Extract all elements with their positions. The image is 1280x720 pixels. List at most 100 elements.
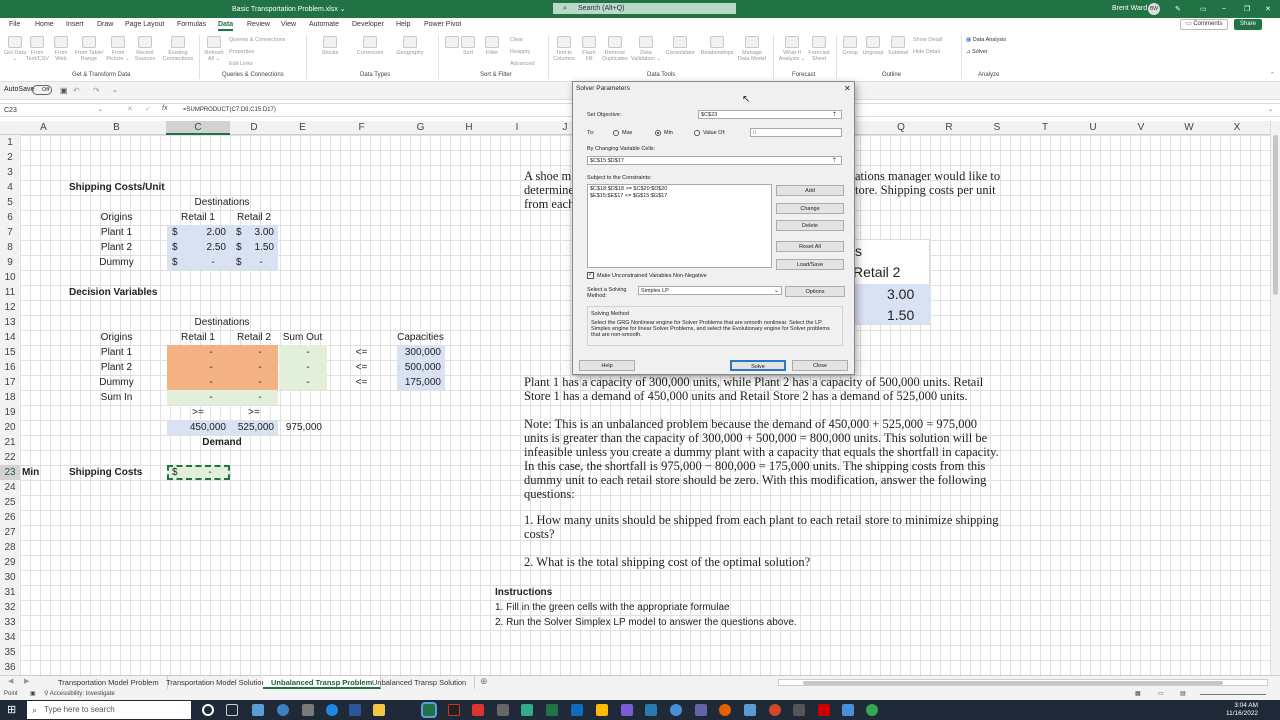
capacity-cell[interactable]: 500,000 <box>396 360 441 375</box>
load-save-button[interactable]: Load/Save <box>776 259 844 270</box>
from-web-button[interactable]: From Web <box>50 36 72 62</box>
name-box-dropdown-icon[interactable]: ⌄ <box>98 106 103 113</box>
chrome-icon[interactable] <box>866 704 878 716</box>
existing-connections-button[interactable]: Existing Connections <box>160 36 196 62</box>
demand-cell[interactable]: 525,000 <box>230 420 274 435</box>
row-header-cell[interactable]: 8 <box>0 240 20 255</box>
cost-cell[interactable]: - <box>246 255 276 270</box>
group-button[interactable]: Group <box>840 36 860 56</box>
remove-duplicates-button[interactable]: Remove Duplicates <box>601 36 629 62</box>
restore-button[interactable]: ❐ <box>1244 5 1250 13</box>
cost-cell[interactable]: 2.00 <box>180 225 226 240</box>
col-header[interactable]: G <box>396 121 445 135</box>
filter-button[interactable]: Filter <box>482 36 502 56</box>
row-header-cell[interactable]: 26 <box>0 510 20 525</box>
scroll-thumb[interactable] <box>1273 135 1278 295</box>
avatar[interactable]: BW <box>1148 3 1160 15</box>
col-header[interactable]: X <box>1213 121 1261 135</box>
menu-developer[interactable]: Developer <box>352 21 384 28</box>
menu-view[interactable]: View <box>281 21 296 28</box>
insert-function-button[interactable]: fx <box>162 105 167 112</box>
row-header-cell[interactable]: 15 <box>0 345 20 360</box>
constraint-item[interactable]: $C$18:$D$18 >= $C$20:$D$20 <box>588 185 771 193</box>
app-icon[interactable] <box>472 704 484 716</box>
row-header-cell[interactable]: 18 <box>0 390 20 405</box>
ungroup-button[interactable]: Ungroup <box>861 36 885 56</box>
minimize-button[interactable]: – <box>1222 5 1226 12</box>
add-button[interactable]: Add <box>776 185 844 196</box>
queries-connections-button[interactable]: Queries & Connections <box>229 37 286 43</box>
decision-cell[interactable]: - <box>240 375 280 390</box>
menu-home[interactable]: Home <box>35 21 54 28</box>
reset-all-button[interactable]: Reset All <box>776 241 844 252</box>
solve-button[interactable]: Solve <box>730 360 786 371</box>
what-if-button[interactable]: What-If Analysis ⌄ <box>777 36 807 62</box>
app-icon[interactable] <box>670 704 682 716</box>
excel-icon[interactable] <box>421 702 437 718</box>
row-header-cell[interactable]: 7 <box>0 225 20 240</box>
recent-sources-button[interactable]: Recent Sources <box>132 36 158 62</box>
app-icon[interactable] <box>277 704 289 716</box>
name-box[interactable]: C23 <box>2 105 104 116</box>
outlook-icon[interactable] <box>571 704 583 716</box>
delete-button[interactable]: Delete <box>776 220 844 231</box>
menu-data[interactable]: Data <box>218 21 234 31</box>
menu-formulas[interactable]: Formulas <box>177 21 206 28</box>
row-header-cell[interactable]: 36 <box>0 660 20 675</box>
sort-button[interactable]: Sort <box>460 36 476 56</box>
show-detail-button[interactable]: Show Detail <box>913 37 942 43</box>
stocks-button[interactable]: Stocks <box>312 36 348 56</box>
subtotal-button[interactable]: Subtotal <box>886 36 910 56</box>
tab-scroll-right-icon[interactable]: ▶ <box>24 677 29 685</box>
app-icon[interactable] <box>645 704 657 716</box>
row-header-cell[interactable]: 21 <box>0 435 20 450</box>
chevron-down-icon[interactable]: ⌄ <box>774 287 779 294</box>
clock[interactable]: 3:04 AM 11/16/2022 <box>1226 702 1258 718</box>
method-select[interactable]: Simplex LP <box>638 286 782 295</box>
window-title[interactable]: Basic Transportation Problem.xlsx ⌄ <box>232 5 346 13</box>
change-button[interactable]: Change <box>776 203 844 214</box>
advanced-button[interactable]: Advanced <box>510 61 534 67</box>
properties-button[interactable]: Properties <box>229 49 254 55</box>
row-header-cell[interactable]: 3 <box>0 165 20 180</box>
menu-power-pivot[interactable]: Power Pivot <box>424 21 461 28</box>
col-header[interactable]: S <box>973 121 1021 135</box>
relationships-button[interactable]: Relationships <box>699 36 735 56</box>
changing-cells-input[interactable]: $C$15:$D$17 <box>587 156 842 165</box>
file-explorer-icon[interactable] <box>373 704 385 716</box>
row-header-cell[interactable]: 10 <box>0 270 20 285</box>
expand-formula-icon[interactable]: ⌄ <box>1268 106 1273 113</box>
options-button[interactable]: Options <box>785 286 845 297</box>
row-header-cell[interactable]: 29 <box>0 555 20 570</box>
collapse-icon[interactable]: ⇡ <box>832 111 837 118</box>
row-header-cell[interactable]: 14 <box>0 330 20 345</box>
reapply-button[interactable]: Reapply <box>510 49 530 55</box>
row-header-cell[interactable]: 16 <box>0 360 20 375</box>
app-icon[interactable] <box>521 704 533 716</box>
col-header[interactable]: E <box>278 121 327 135</box>
app-icon[interactable] <box>448 704 460 716</box>
save-icon[interactable]: ▣ <box>60 86 68 95</box>
dialog-close-button[interactable]: ✕ <box>844 84 851 93</box>
cortana-icon[interactable] <box>202 704 214 716</box>
row-header-cell[interactable]: 19 <box>0 405 20 420</box>
vertical-scrollbar[interactable] <box>1270 121 1280 675</box>
row-header-cell[interactable]: 5 <box>0 195 20 210</box>
data-validation-button[interactable]: Data Validation ⌄ <box>631 36 661 62</box>
normal-view-icon[interactable]: ▦ <box>1135 689 1141 700</box>
manage-data-model-button[interactable]: Manage Data Model <box>736 36 768 62</box>
tab-transportation-model-problem[interactable]: Transportation Model Problem <box>50 676 168 689</box>
col-header[interactable]: V <box>1117 121 1165 135</box>
undo-icon[interactable]: ↶ <box>73 86 80 95</box>
share-button[interactable]: Share <box>1234 19 1263 30</box>
app-icon[interactable] <box>497 704 509 716</box>
teams-icon[interactable] <box>695 704 707 716</box>
row-header-cell[interactable]: 31 <box>0 585 20 600</box>
page-break-icon[interactable]: ▤ <box>1180 689 1186 700</box>
menu-page-layout[interactable]: Page Layout <box>125 21 164 28</box>
consolidate-button[interactable]: Consolidate <box>663 36 697 56</box>
app-icon[interactable] <box>793 704 805 716</box>
autosave-toggle[interactable]: Off <box>32 85 52 95</box>
row-header-cell[interactable]: 20 <box>0 420 20 435</box>
cost-cell[interactable]: 2.50 <box>180 240 226 255</box>
